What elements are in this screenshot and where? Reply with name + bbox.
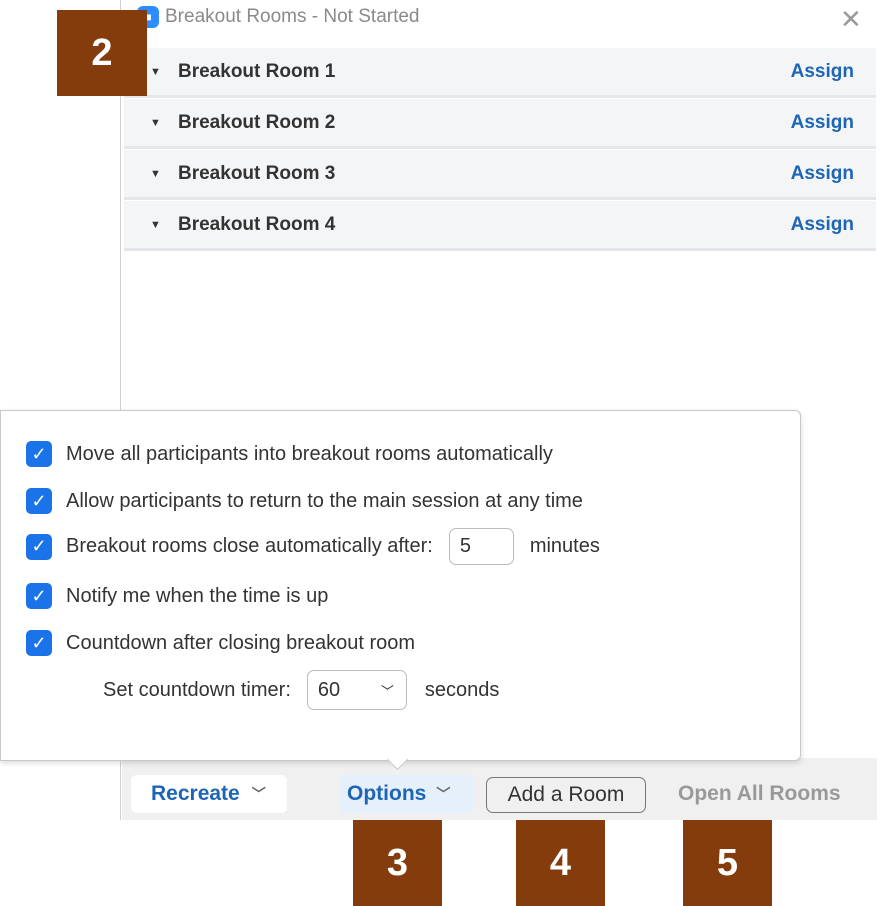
options-label: Options [347, 782, 427, 805]
window-title-text: Breakout Rooms - Not Started [165, 6, 420, 27]
assign-link[interactable]: Assign [791, 61, 854, 83]
minutes-unit: minutes [529, 535, 600, 557]
room-row[interactable]: ▼ Breakout Room 4 Assign [124, 201, 876, 251]
chevron-down-icon: ﹀ [380, 683, 394, 699]
minutes-input[interactable]: 5 [448, 528, 514, 565]
countdown-timer-select[interactable]: 60 ﹀ [306, 670, 407, 710]
assign-link[interactable]: Assign [791, 112, 854, 134]
room-name: Breakout Room 1 [178, 60, 336, 82]
chevron-down-icon: ﹀ [436, 786, 451, 802]
open-all-label: Open All Rooms [678, 782, 841, 805]
option-countdown[interactable]: ✓ Countdown after closing breakout room [26, 630, 415, 656]
expand-triangle-icon[interactable]: ▼ [150, 219, 178, 231]
checkbox-checked-icon[interactable]: ✓ [26, 630, 52, 656]
checkbox-checked-icon[interactable]: ✓ [26, 583, 52, 609]
chevron-down-icon: ﹀ [251, 786, 266, 802]
window-title: ■ Breakout Rooms - Not Started [137, 6, 420, 28]
callout-badge: 5 [683, 820, 772, 906]
timer-label: Set countdown timer: [103, 678, 291, 701]
callout-badge: 3 [353, 820, 442, 906]
options-button[interactable]: Options ﹀ [340, 775, 473, 813]
expand-triangle-icon[interactable]: ▼ [150, 168, 178, 180]
timer-value: 60 [317, 678, 341, 701]
room-name: Breakout Room 3 [178, 162, 336, 184]
timer-unit: seconds [424, 678, 500, 701]
option-label: Notify me when the time is up [66, 584, 329, 607]
recreate-button[interactable]: Recreate ﹀ [131, 775, 287, 813]
countdown-timer-row: Set countdown timer: 60 ﹀ seconds [103, 670, 499, 710]
room-row[interactable]: ▼ Breakout Room 2 Assign [124, 99, 876, 149]
option-notify[interactable]: ✓ Notify me when the time is up [26, 583, 328, 609]
assign-link[interactable]: Assign [791, 163, 854, 185]
option-label: Breakout rooms close automatically after… [66, 535, 433, 557]
add-room-button[interactable]: Add a Room [486, 777, 646, 813]
callout-badge: 4 [516, 820, 605, 906]
expand-triangle-icon[interactable]: ▼ [150, 117, 178, 129]
option-label: Move all participants into breakout room… [66, 442, 553, 465]
option-label: Countdown after closing breakout room [66, 631, 416, 654]
close-icon[interactable]: ✕ [840, 4, 862, 35]
option-allow-return[interactable]: ✓ Allow participants to return to the mai… [26, 488, 583, 514]
assign-link[interactable]: Assign [791, 214, 854, 236]
expand-triangle-icon[interactable]: ▼ [150, 66, 178, 78]
checkbox-checked-icon[interactable]: ✓ [26, 488, 52, 514]
checkbox-checked-icon[interactable]: ✓ [26, 533, 52, 560]
option-label: Allow participants to return to the main… [66, 489, 583, 512]
open-all-rooms-button[interactable]: Open All Rooms [678, 775, 841, 813]
room-row[interactable]: ▼ Breakout Room 3 Assign [124, 150, 876, 200]
callout-badge: 2 [57, 10, 147, 96]
option-move-auto[interactable]: ✓ Move all participants into breakout roo… [26, 441, 553, 467]
room-name: Breakout Room 2 [178, 111, 336, 133]
recreate-label: Recreate [151, 782, 240, 805]
room-name: Breakout Room 4 [178, 213, 336, 235]
option-close-auto[interactable]: ✓ Breakout rooms close automatically afte… [26, 528, 600, 565]
add-room-label: Add a Room [507, 783, 625, 806]
room-row[interactable]: ▼ Breakout Room 1 Assign [124, 48, 876, 98]
checkbox-checked-icon[interactable]: ✓ [26, 441, 52, 467]
